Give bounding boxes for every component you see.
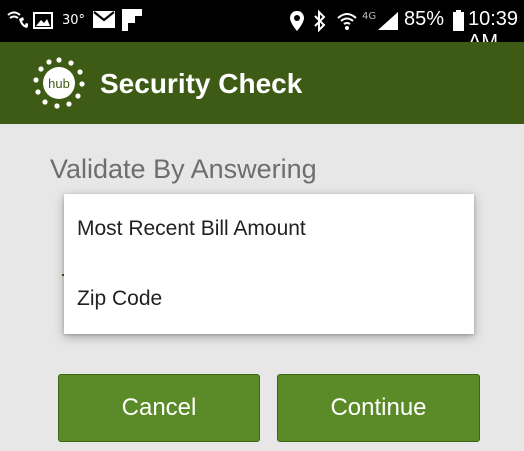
- battery-percent-label: 85%: [404, 8, 445, 30]
- status-bar: 30° 4G 85% 10:39 AM: [0, 0, 524, 53]
- wifi-calling-icon: [7, 11, 28, 28]
- continue-button[interactable]: Continue: [277, 374, 480, 442]
- dropdown-option-label: Zip Code: [77, 287, 163, 310]
- main-content: Validate By Answering Most Recent Bill A…: [0, 124, 524, 451]
- page-title: Security Check: [100, 68, 303, 99]
- temperature-label: 30°: [62, 13, 86, 28]
- flipboard-icon: [122, 9, 142, 31]
- signal-icon: [378, 12, 398, 30]
- network-type-label: 4G: [362, 11, 377, 22]
- wifi-icon: [337, 13, 357, 30]
- mail-icon: [93, 11, 115, 28]
- dropdown-option-label: Most Recent Bill Amount: [77, 217, 306, 240]
- dropdown-option-zip-code[interactable]: Zip Code: [64, 264, 474, 334]
- bluetooth-icon: [314, 10, 326, 32]
- cancel-button[interactable]: Cancel: [58, 374, 260, 442]
- question-dropdown-menu: Most Recent Bill Amount Zip Code: [64, 194, 474, 334]
- image-icon: [33, 12, 53, 29]
- location-icon: [290, 11, 304, 31]
- app-bar: hub Security Check: [0, 42, 524, 124]
- battery-icon: [453, 10, 464, 31]
- hub-logo-icon: hub: [33, 57, 85, 109]
- hub-logo-text: hub: [48, 76, 70, 91]
- section-heading: Validate By Answering: [50, 154, 317, 184]
- dropdown-option-bill-amount[interactable]: Most Recent Bill Amount: [64, 194, 474, 264]
